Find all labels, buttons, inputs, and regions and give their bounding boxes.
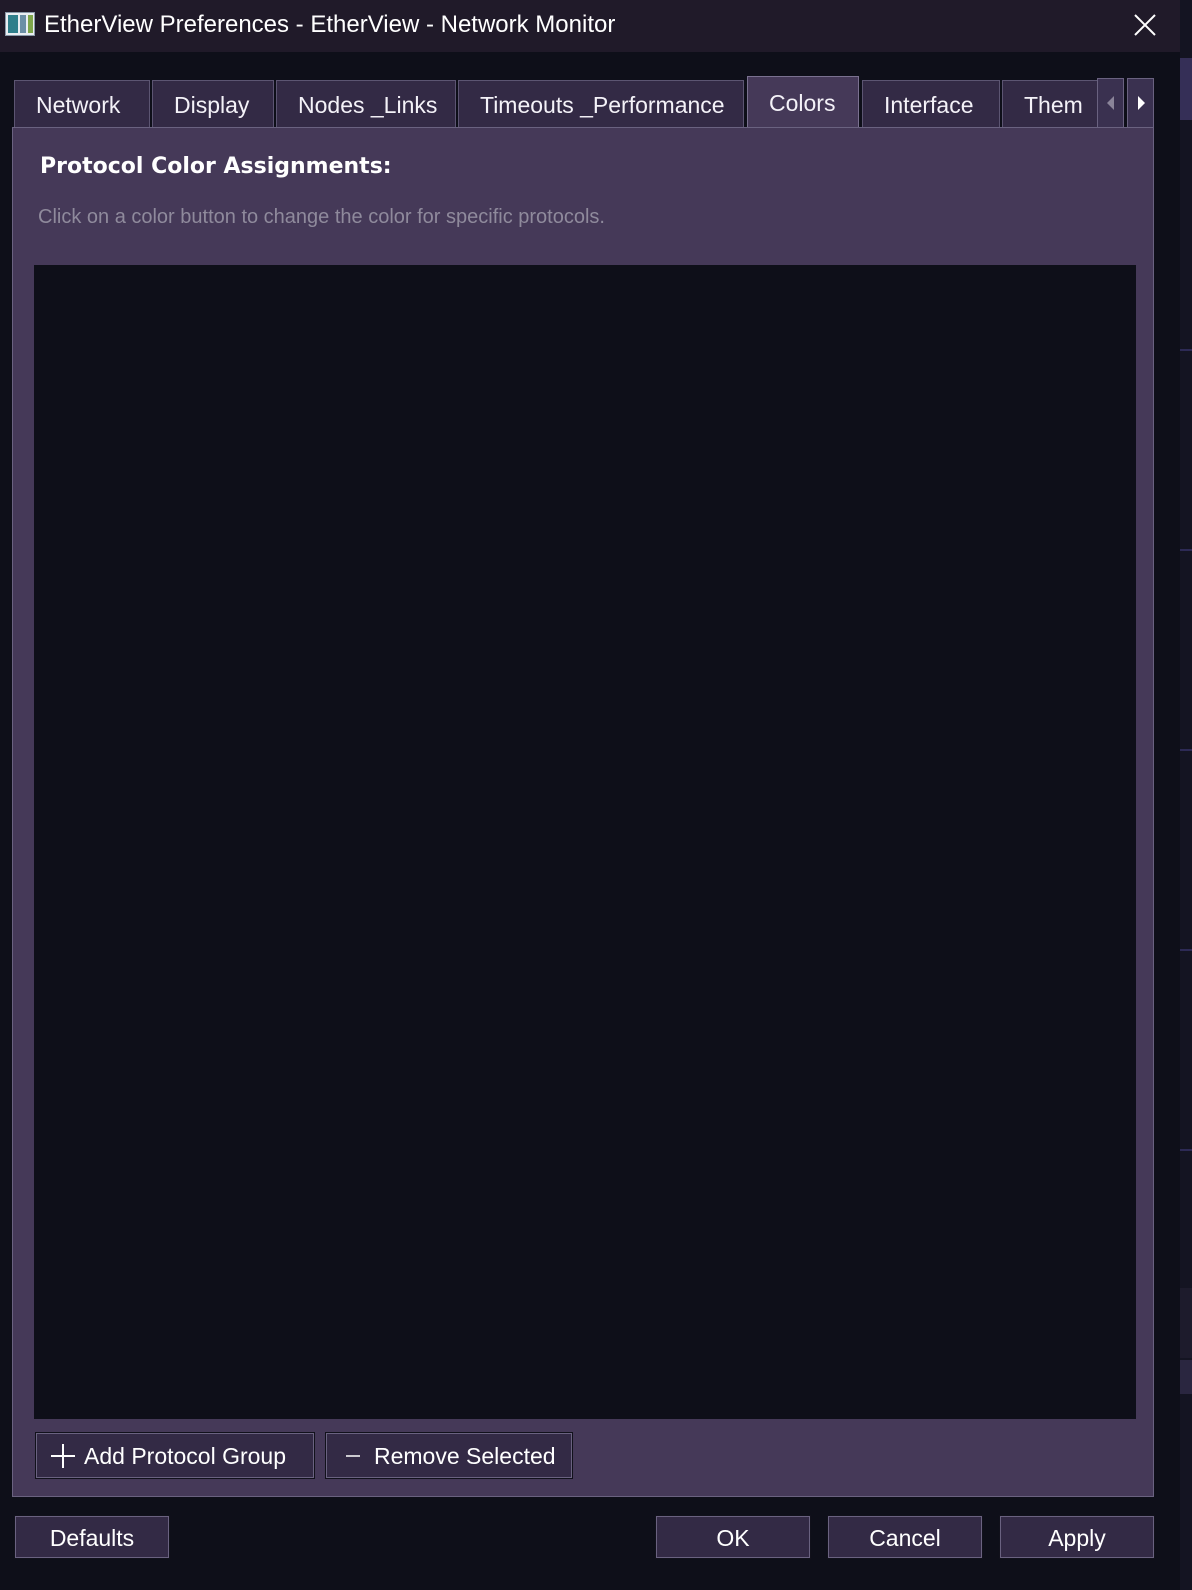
title-bar: EtherView Preferences - EtherView - Netw… [0, 0, 1180, 52]
defaults-button[interactable]: Defaults [14, 1515, 170, 1559]
protocol-color-list[interactable] [34, 265, 1136, 1419]
apply-button[interactable]: Apply [999, 1515, 1155, 1559]
section-heading: Protocol Color Assignments: [40, 154, 392, 179]
tab-scroll-right-button[interactable] [1127, 78, 1154, 128]
preferences-window: EtherView Preferences - EtherView - Netw… [0, 0, 1180, 1590]
minus-icon [346, 1455, 360, 1457]
tab-interface[interactable]: Interface [862, 80, 1000, 128]
window-title: EtherView Preferences - EtherView - Netw… [44, 11, 616, 38]
tab-themes[interactable]: Them [1002, 80, 1099, 128]
tab-colors[interactable]: Colors [747, 76, 859, 128]
ok-button[interactable]: OK [655, 1515, 811, 1559]
tab-display[interactable]: Display [152, 80, 274, 128]
tab-nodes-links[interactable]: Nodes _Links [276, 80, 456, 128]
close-icon [1134, 14, 1156, 36]
close-button[interactable] [1120, 6, 1172, 46]
colors-tab-panel: Protocol Color Assignments: Click on a c… [12, 127, 1154, 1497]
tab-network[interactable]: Network [14, 80, 150, 128]
tab-scroll-left-button[interactable] [1097, 78, 1124, 128]
tab-bar: Network Display Nodes _Links Timeouts _P… [14, 76, 1099, 128]
chevron-right-icon [1138, 96, 1145, 110]
chevron-left-icon [1107, 96, 1114, 110]
remove-selected-button[interactable]: Remove Selected [325, 1432, 573, 1479]
plus-icon [51, 1444, 75, 1468]
hint-text: Click on a color button to change the co… [38, 206, 605, 228]
cancel-button[interactable]: Cancel [827, 1515, 983, 1559]
app-window-icon [5, 12, 35, 36]
add-protocol-group-button[interactable]: Add Protocol Group [35, 1432, 315, 1479]
background-app-edge [1180, 0, 1192, 1590]
tab-timeouts-performance[interactable]: Timeouts _Performance [458, 80, 744, 128]
